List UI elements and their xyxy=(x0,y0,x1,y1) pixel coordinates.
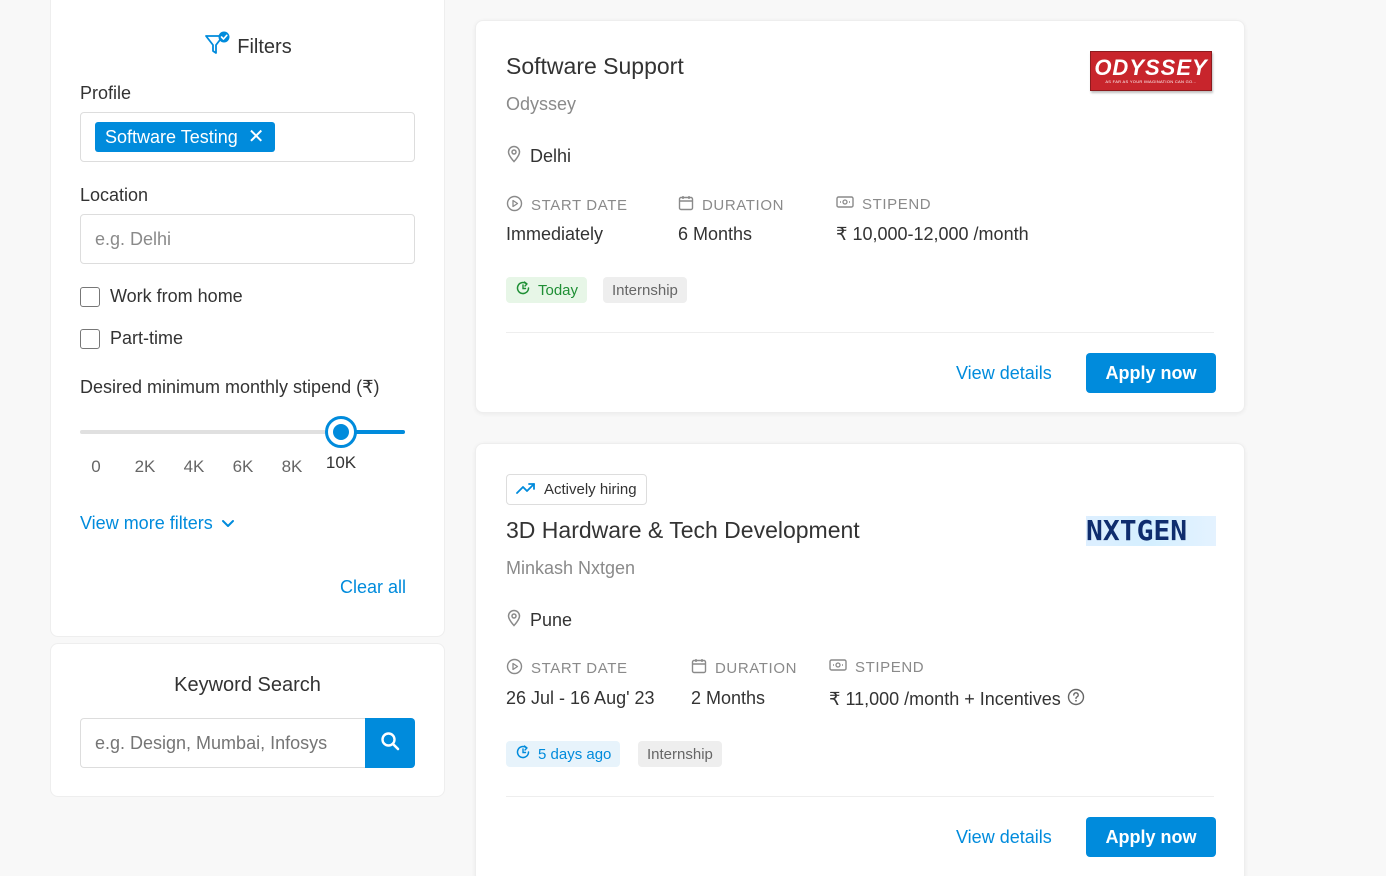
remove-chip-icon[interactable]: ✕ xyxy=(248,127,265,147)
part-time-checkbox[interactable] xyxy=(80,328,100,349)
work-from-home-label: Work from home xyxy=(110,286,243,306)
part-time-label: Part-time xyxy=(110,328,184,348)
trending-up-icon xyxy=(516,481,536,499)
start-date-header: START DATE xyxy=(506,658,628,679)
play-circle-icon xyxy=(506,658,523,679)
keyword-search-button[interactable] xyxy=(365,718,415,768)
location-text[interactable]: Delhi xyxy=(530,146,571,167)
stipend-label: Desired minimum monthly stipend (₹) xyxy=(80,377,380,397)
work-from-home-option[interactable]: Work from home xyxy=(80,286,243,307)
stipend-tick: 6K xyxy=(232,457,254,476)
internship-card[interactable]: Actively hiring 3D Hardware & Tech Devel… xyxy=(475,443,1245,876)
start-date-value: Immediately xyxy=(506,224,604,244)
location-input[interactable] xyxy=(81,215,414,263)
work-from-home-checkbox[interactable] xyxy=(80,286,100,307)
profile-chip-label: Software Testing xyxy=(105,126,238,147)
internship-title[interactable]: Software Support xyxy=(506,53,684,80)
location-pin-icon xyxy=(506,145,522,168)
posted-badge: Today xyxy=(506,277,588,303)
actively-hiring-badge: Actively hiring xyxy=(506,474,647,505)
apply-now-button[interactable]: Apply now xyxy=(1086,353,1216,393)
duration-header: DURATION xyxy=(691,658,797,678)
help-circle-icon[interactable] xyxy=(1067,688,1085,711)
duration-header: DURATION xyxy=(678,195,784,215)
apply-now-button[interactable]: Apply now xyxy=(1086,817,1216,857)
stipend-tick: 4K xyxy=(183,457,205,476)
filters-header: Filters xyxy=(51,30,444,64)
keyword-search-title: Keyword Search xyxy=(174,674,321,696)
stipend-value-row: ₹ 11,000 /month + Incentives xyxy=(829,688,1085,711)
stipend-header: STIPEND xyxy=(829,658,924,676)
keyword-field[interactable] xyxy=(80,718,365,768)
company-logo: NXTGEN xyxy=(1086,516,1216,546)
location: Delhi xyxy=(506,145,571,168)
clock-refresh-icon xyxy=(515,280,531,300)
profile-field[interactable]: Software Testing ✕ xyxy=(80,112,415,162)
duration-value: 6 Months xyxy=(678,224,753,244)
stipend-slider-thumb[interactable] xyxy=(325,416,357,448)
posted-badge: 5 days ago xyxy=(506,741,621,767)
calendar-icon xyxy=(678,195,694,215)
view-more-filters-label: View more filters xyxy=(80,513,213,533)
keyword-search-panel: Keyword Search xyxy=(50,643,445,797)
play-circle-icon xyxy=(506,195,523,216)
view-more-filters-link[interactable]: View more filters xyxy=(80,513,235,534)
internship-title[interactable]: 3D Hardware & Tech Development xyxy=(506,517,860,544)
stipend-tick: 8K xyxy=(281,457,303,476)
internship-card[interactable]: Software Support Odyssey ODYSSEY AS FAR … xyxy=(475,20,1245,413)
money-icon xyxy=(829,658,847,676)
card-divider xyxy=(506,332,1214,333)
stipend-value: ₹ 11,000 /month + Incentives xyxy=(829,689,1061,709)
company-name[interactable]: Minkash Nxtgen xyxy=(506,558,635,579)
stipend-header: STIPEND xyxy=(836,195,931,213)
type-badge: Internship xyxy=(638,741,722,767)
profile-chip: Software Testing ✕ xyxy=(95,122,275,152)
stipend-tick: 2K xyxy=(134,457,156,476)
chevron-down-icon xyxy=(221,513,235,534)
filter-icon xyxy=(203,30,231,64)
clock-refresh-icon xyxy=(515,744,531,764)
stipend-value: ₹ 10,000-12,000 /month xyxy=(836,224,1029,244)
start-date-header: START DATE xyxy=(506,195,628,216)
location-text[interactable]: Pune xyxy=(530,610,572,631)
filters-panel: Filters Profile Software Testing ✕ Locat… xyxy=(50,0,445,637)
stipend-tick: 0 xyxy=(91,457,101,476)
part-time-option[interactable]: Part-time xyxy=(80,328,183,349)
filters-title: Filters xyxy=(237,35,292,58)
clear-all-link[interactable]: Clear all xyxy=(340,577,406,598)
location: Pune xyxy=(506,609,572,632)
company-name[interactable]: Odyssey xyxy=(506,94,576,115)
type-badge: Internship xyxy=(603,277,687,303)
location-pin-icon xyxy=(506,609,522,632)
view-details-link[interactable]: View details xyxy=(956,363,1052,384)
start-date-value: 26 Jul - 16 Aug' 23 xyxy=(506,688,655,708)
duration-value: 2 Months xyxy=(691,688,766,708)
stipend-tick-selected: 10K xyxy=(325,453,357,472)
keyword-search-input[interactable] xyxy=(81,719,365,767)
money-icon xyxy=(836,195,854,213)
card-divider xyxy=(506,796,1214,797)
calendar-icon xyxy=(691,658,707,678)
profile-label: Profile xyxy=(80,83,132,103)
view-details-link[interactable]: View details xyxy=(956,827,1052,848)
location-label: Location xyxy=(80,185,149,205)
location-field[interactable] xyxy=(80,214,415,264)
company-logo: ODYSSEY AS FAR AS YOUR IMAGINATION CAN G… xyxy=(1090,51,1212,91)
search-icon xyxy=(380,731,400,756)
